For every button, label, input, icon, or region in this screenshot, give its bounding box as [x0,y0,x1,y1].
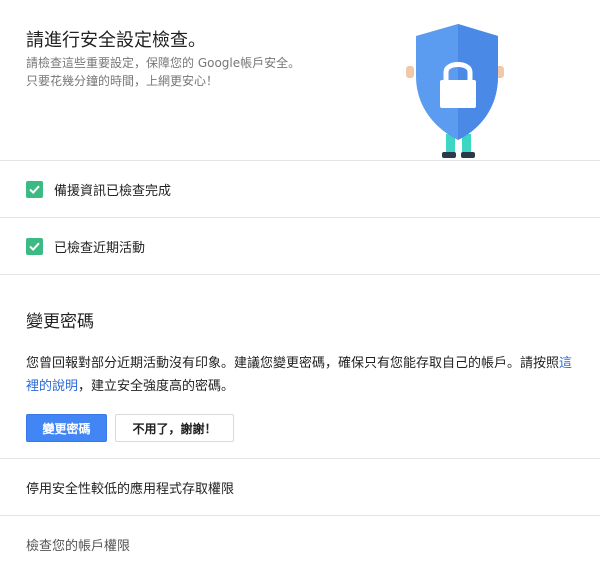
advice-text-part2: ，建立安全強度高的密碼。 [78,379,235,394]
password-advice-text: 您曾回報對部分近期活動沒有印象。建議您變更密碼，確保只有您能存取自己的帳戶。請按… [26,352,574,398]
check-item-label: 備援資訊已檢查完成 [54,183,172,199]
password-actions: 變更密碼 不用了，謝謝！ [26,414,574,442]
section-title: 變更密碼 [26,312,94,332]
check-item-label: 已檢查近期活動 [54,240,146,256]
change-password-button[interactable]: 變更密碼 [26,414,107,442]
change-password-section: 變更密碼 您曾回報對部分近期活動沒有印象。建議您變更密碼，確保只有您能存取自己的… [0,275,600,459]
less-secure-apps-label: 停用安全性較低的應用程式存取權限 [26,481,235,497]
shield-lock-icon [406,24,504,158]
check-item-backup-info[interactable]: 備援資訊已檢查完成 [0,161,600,218]
account-permissions-label: 檢查您的帳戶權限 [26,539,131,554]
less-secure-apps-item[interactable]: 停用安全性較低的應用程式存取權限 [0,459,600,516]
check-item-recent-activity[interactable]: 已檢查近期活動 [0,218,600,275]
page-title: 請進行安全設定檢查。 [26,30,206,51]
no-thanks-button[interactable]: 不用了，謝謝！ [115,414,234,442]
check-icon [26,237,43,255]
page-subtitle: 請檢查這些重要設定，保障您的 Google帳戶安全。 只要花幾分鐘的時間，上網更… [26,54,300,90]
subtitle-line-2: 只要花幾分鐘的時間，上網更安心！ [26,74,219,88]
subtitle-line-1: 請檢查這些重要設定，保障您的 Google帳戶安全。 [26,56,301,70]
account-permissions-item[interactable]: 檢查您的帳戶權限 [0,516,600,573]
check-icon [26,180,43,198]
security-checkup-header: 請進行安全設定檢查。 請檢查這些重要設定，保障您的 Google帳戶安全。 只要… [0,0,600,161]
advice-text-part1: 您曾回報對部分近期活動沒有印象。建議您變更密碼，確保只有您能存取自己的帳戶。請按… [26,356,560,371]
